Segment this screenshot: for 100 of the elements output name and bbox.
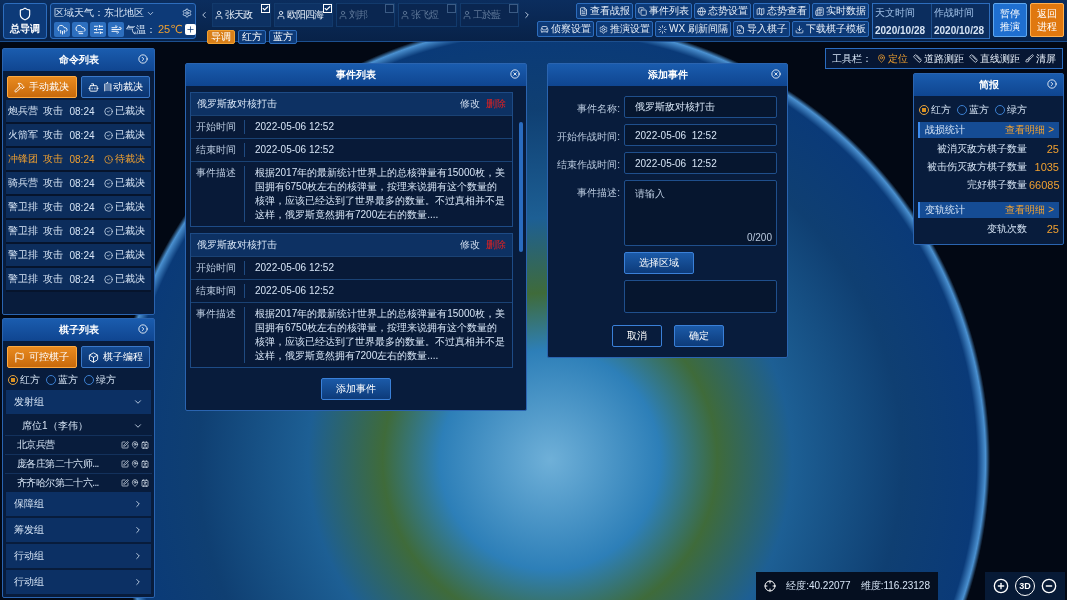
tool-button[interactable]: 道路测距 (913, 51, 964, 66)
tool-button[interactable]: 清屏 (1025, 51, 1056, 66)
edit-icon[interactable] (121, 441, 129, 449)
add-button[interactable] (184, 24, 196, 35)
check-circle-icon (104, 106, 113, 116)
group-row[interactable]: 发射组 (6, 390, 151, 414)
group-row[interactable]: 保障组 (6, 492, 151, 516)
toolbar-button[interactable]: 态势设置 (694, 3, 751, 19)
side-radio[interactable]: 蓝方 (46, 373, 78, 387)
side-radio[interactable]: 绿方 (995, 103, 1027, 117)
wind-icon (110, 24, 122, 35)
command-row[interactable]: 炮兵营 攻击 08:24 已裁决 (6, 100, 151, 124)
user-icon (400, 10, 410, 20)
edit-icon[interactable] (121, 460, 129, 468)
expand-icon[interactable] (1047, 79, 1057, 89)
command-row[interactable]: 警卫排 攻击 08:24 已裁决 (6, 268, 151, 292)
toolbar-button[interactable]: WX 刷新间隔 (655, 21, 731, 37)
toolbar-button[interactable]: 下载棋子模板 (792, 21, 869, 37)
import-icon (736, 24, 745, 34)
command-row[interactable]: 火箭军 攻击 08:24 已裁决 (6, 124, 151, 148)
weather-button[interactable] (54, 22, 70, 37)
mode-tab[interactable]: 自动裁决 (80, 76, 150, 98)
scrollbar[interactable] (519, 122, 523, 252)
pin-icon[interactable] (131, 441, 139, 449)
input-field[interactable]: 2022-05-06 12:52 (624, 152, 777, 174)
time-cell-text: 08:24 (68, 273, 96, 285)
group-row[interactable]: 行动组 (6, 544, 151, 568)
edit-link[interactable]: 修改 (460, 97, 480, 111)
weather-button[interactable] (90, 22, 106, 37)
zoom-in-button[interactable] (993, 578, 1009, 594)
unit-cell-text: 骑兵营 (7, 176, 39, 190)
collapse-icon[interactable] (138, 54, 148, 64)
toolbar-button[interactable]: 实时数据 (812, 3, 869, 19)
side-radio[interactable]: 绿方 (84, 373, 116, 387)
contact-icon[interactable] (141, 479, 149, 487)
checkbox[interactable] (385, 4, 394, 13)
piece-name[interactable]: 齐齐哈尔第二十六... (17, 476, 99, 490)
time-cell-text: 08:24 (68, 225, 96, 237)
pin-icon[interactable] (131, 479, 139, 487)
pause-button[interactable]: 暂停推演 (993, 3, 1027, 37)
close-icon[interactable] (510, 69, 520, 79)
side-radio[interactable]: 蓝方 (957, 103, 989, 117)
previous-icon[interactable] (199, 10, 209, 20)
edit-icon[interactable] (121, 479, 129, 487)
settings-icon[interactable] (182, 8, 192, 18)
group-label: 筹发组 (14, 523, 44, 537)
command-row[interactable]: 骑兵营 攻击 08:24 已裁决 (6, 172, 151, 196)
input-field[interactable]: 2022-05-06 12:52 (624, 124, 777, 146)
piece-name[interactable]: 北京兵营 (17, 438, 55, 452)
toolbar-button[interactable]: 态势查看 (753, 3, 810, 19)
side-radio[interactable]: 红方 (919, 103, 951, 117)
details-link[interactable]: 查看明细 > (1005, 203, 1054, 217)
logo[interactable]: 总导调 (3, 3, 47, 39)
latitude: 维度:116.23128 (860, 579, 930, 593)
contact-icon[interactable] (141, 460, 149, 468)
field-value: 根据2017年的最新统计世界上的总核弹量有15000枚，美国拥有6750枚左右的核弹量，按理来说拥有这个数量的核弹，应该已经达到了世界最多的数量。不过真相并不是这样，俄罗斯竟然拥有7200左右的数量.... (254, 307, 507, 363)
cancel-button[interactable]: 取消 (611, 325, 662, 347)
input-field[interactable]: 俄罗斯敌对核打击 (624, 96, 777, 118)
toolbar-button[interactable]: 事件列表 (635, 3, 692, 19)
group-row[interactable]: 行动组 (6, 570, 151, 594)
toolbar-button[interactable]: 侦察设置 (537, 21, 595, 37)
player-card[interactable]: 欧阳四海 (274, 3, 333, 27)
confirm-button[interactable]: 确定 (673, 325, 724, 347)
weather-button[interactable] (72, 22, 88, 37)
side-tab[interactable]: 蓝方 (269, 30, 297, 44)
toolbar-button[interactable]: 查看战报 (576, 3, 633, 19)
checkbox[interactable] (509, 4, 518, 13)
weather-button[interactable] (108, 22, 124, 37)
piece-name[interactable]: 庞各庄第二十六师... (17, 457, 99, 471)
seat-label[interactable]: 席位1（李伟） (22, 418, 88, 433)
command-row[interactable]: 冲锋团 攻击 08:24 待裁决 (6, 148, 151, 172)
mode-tab[interactable]: 棋子编程 (80, 346, 150, 368)
tool-button[interactable]: 直线测距 (969, 51, 1020, 66)
select-area-button[interactable]: 选择区域 (624, 252, 694, 274)
next-icon[interactable] (522, 10, 532, 20)
weather-region[interactable]: 区域天气：东北地区 (54, 6, 144, 20)
clock-label: 作战时间 (934, 6, 975, 20)
add-event-button[interactable]: 添加事件 (321, 378, 391, 400)
command-row[interactable]: 警卫排 攻击 08:24 已裁决 (6, 244, 151, 268)
command-row[interactable]: 警卫排 攻击 08:24 已裁决 (6, 220, 151, 244)
details-link[interactable]: 查看明细 > (1005, 123, 1054, 137)
side-tab[interactable]: 红方 (238, 30, 266, 44)
collapse-icon[interactable] (138, 324, 148, 334)
player-card[interactable]: 张天政 (212, 3, 271, 27)
command-row[interactable]: 警卫排 攻击 08:24 已裁决 (6, 196, 151, 220)
toolbar-button[interactable]: 推演设置 (596, 21, 654, 37)
contact-icon[interactable] (141, 441, 149, 449)
tool-button[interactable]: 定位 (877, 51, 908, 66)
side-radio[interactable]: 红方 (8, 373, 40, 387)
unit-cell-text: 警卫排 (7, 224, 39, 238)
checkbox[interactable] (447, 4, 456, 13)
pin-icon[interactable] (131, 460, 139, 468)
time-cell-text: 08:24 (68, 201, 96, 213)
group-row[interactable]: 筹发组 (6, 518, 151, 542)
player-name: 张飞煜 (411, 8, 438, 22)
edit-link[interactable]: 修改 (460, 238, 480, 252)
area-field[interactable] (624, 280, 777, 313)
toolbar-button[interactable]: 导入棋子 (733, 21, 790, 37)
zoom-out-button[interactable] (1041, 578, 1057, 594)
close-icon[interactable] (771, 69, 781, 79)
